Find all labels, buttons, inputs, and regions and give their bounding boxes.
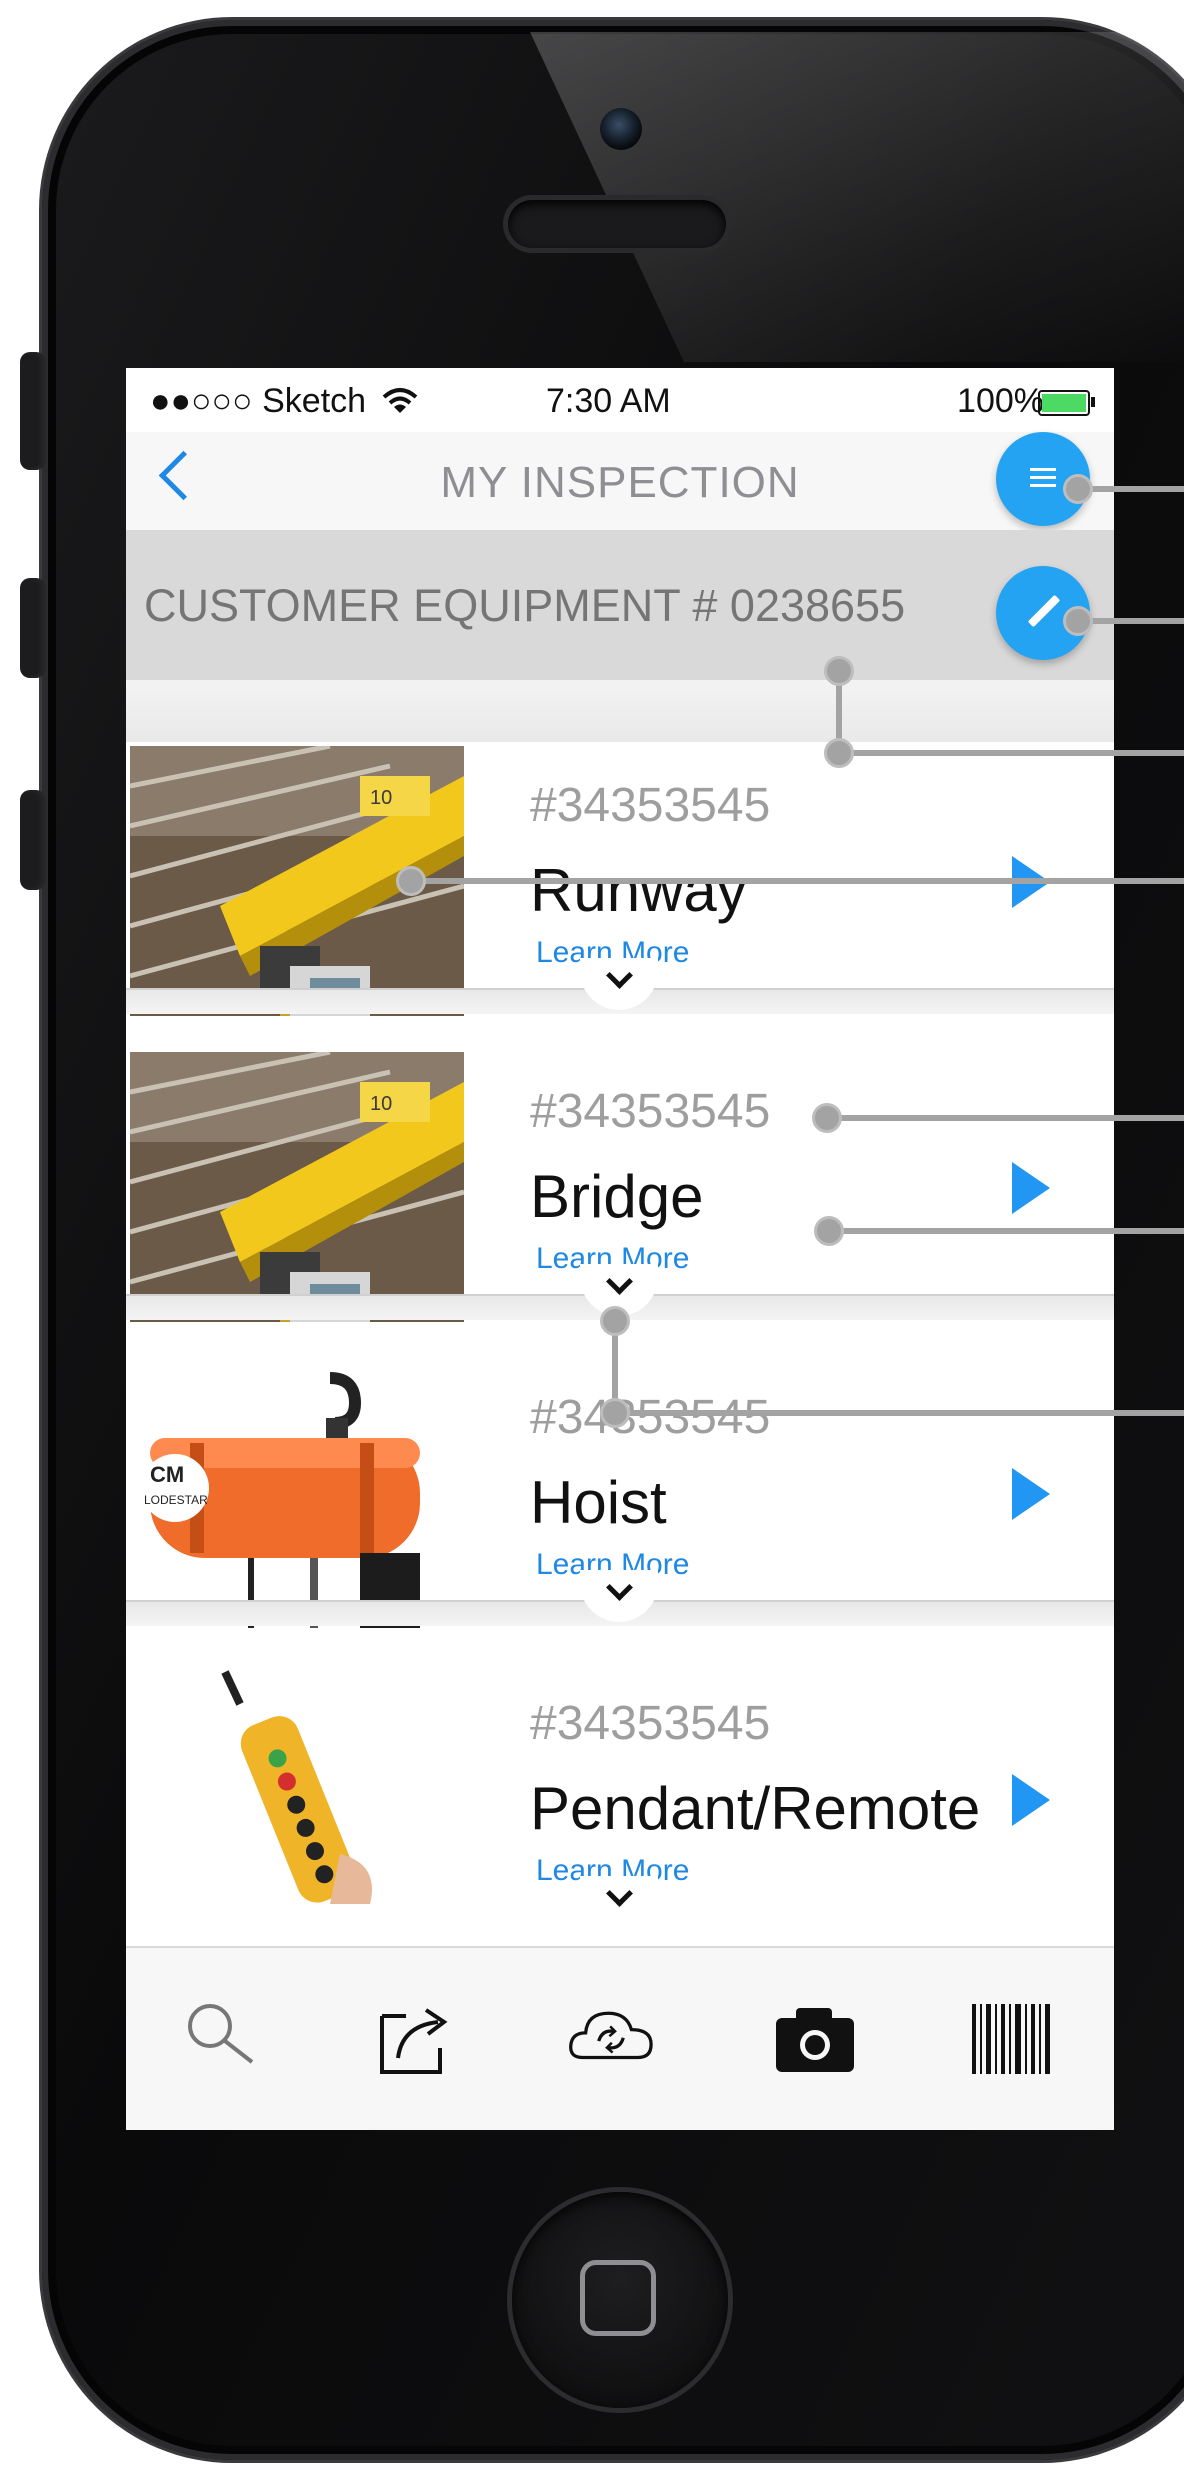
- list-item[interactable]: CM LODESTAR #34353545 Hoist Learn More: [126, 1354, 1114, 1628]
- play-arrow-icon[interactable]: [1012, 1774, 1050, 1826]
- callout-dot-menu: [1063, 474, 1093, 504]
- svg-text:LODESTAR: LODESTAR: [144, 1493, 208, 1507]
- item-name: Pendant/Remote: [530, 1775, 981, 1842]
- menu-icon: [1030, 468, 1056, 488]
- chevron-down-icon: [606, 1880, 633, 1907]
- callout-dot-header-top: [824, 656, 854, 686]
- barcode-icon[interactable]: [966, 1992, 1056, 2082]
- earpiece-speaker: [508, 200, 726, 248]
- navigation-bar: MY INSPECTION: [126, 432, 1114, 532]
- callout-dot-edit: [1063, 606, 1093, 636]
- callout-line-number: [827, 1115, 1184, 1121]
- page-title: MY INSPECTION: [440, 458, 800, 507]
- hoist-photo: CM LODESTAR: [130, 1358, 464, 1628]
- chevron-down-icon: [606, 962, 633, 989]
- camera-icon[interactable]: [770, 1992, 860, 2082]
- callout-line-header: [839, 750, 1184, 756]
- bottom-toolbar: [126, 1946, 1114, 2130]
- chevron-down-icon: [606, 1268, 633, 1295]
- status-bar: ●●○○○ Sketch 7:30 AM 100%: [126, 368, 1114, 432]
- volume-down-button: [20, 790, 46, 890]
- item-number: #34353545: [530, 1085, 771, 1138]
- list-item[interactable]: #34353545 Pendant/Remote Learn More: [126, 1660, 1114, 1934]
- svg-text:10: 10: [370, 787, 392, 809]
- item-name: Hoist: [530, 1469, 667, 1536]
- pendant-remote-photo: [130, 1664, 464, 1934]
- status-time: 7:30 AM: [546, 382, 671, 420]
- callout-line-edit: [1078, 618, 1184, 624]
- app-screen: ●●○○○ Sketch 7:30 AM 100% MY INSPECTION …: [126, 368, 1114, 2130]
- item-number: #34353545: [530, 779, 771, 832]
- share-icon[interactable]: [368, 1992, 458, 2082]
- expand-button[interactable]: [580, 1876, 658, 1928]
- callout-dot-expand: [600, 1398, 630, 1428]
- wifi-icon: [382, 388, 417, 413]
- home-button[interactable]: [512, 2192, 728, 2408]
- item-name: Runway: [530, 857, 747, 924]
- mute-switch: [20, 352, 46, 470]
- battery-icon: [1038, 390, 1095, 416]
- svg-text:10: 10: [370, 1093, 392, 1115]
- callout-dot-name: [814, 1216, 844, 1246]
- list-item[interactable]: 10 #34353545 Bridge Learn More: [126, 1048, 1114, 1322]
- pencil-icon: [1027, 594, 1061, 628]
- battery-fill: [1042, 394, 1086, 412]
- volume-up-button: [20, 578, 46, 678]
- section-spacer: [126, 680, 1114, 742]
- svg-text:CM: CM: [150, 1462, 184, 1487]
- callout-dot-number: [812, 1103, 842, 1133]
- cloud-sync-icon[interactable]: [566, 1992, 656, 2082]
- callout-line-menu: [1078, 486, 1184, 492]
- battery-percent: 100%: [957, 382, 1044, 420]
- play-arrow-icon[interactable]: [1012, 1468, 1050, 1520]
- callout-dot-expand-top: [600, 1306, 630, 1336]
- equipment-number: CUSTOMER EQUIPMENT # 0238655: [144, 580, 906, 631]
- item-number: #34353545: [530, 1391, 771, 1444]
- front-camera: [600, 108, 642, 150]
- item-name: Bridge: [530, 1163, 704, 1230]
- search-icon[interactable]: [176, 1992, 266, 2082]
- chevron-down-icon: [606, 1574, 633, 1601]
- carrier-signal: ●●○○○ Sketch: [150, 382, 418, 421]
- crane-bridge-photo: 10: [130, 1052, 464, 1322]
- home-square-icon: [580, 2260, 656, 2336]
- item-number: #34353545: [530, 1697, 771, 1750]
- callout-line-expand: [615, 1410, 1184, 1416]
- play-arrow-icon[interactable]: [1012, 1162, 1050, 1214]
- callout-dot-header: [824, 738, 854, 768]
- callout-line-name: [829, 1228, 1184, 1234]
- carrier-label: ●●○○○ Sketch: [150, 382, 367, 420]
- equipment-header: CUSTOMER EQUIPMENT # 0238655: [126, 530, 1114, 680]
- callout-dot-thumbnail: [396, 866, 426, 896]
- callout-line-thumbnail: [411, 878, 1184, 884]
